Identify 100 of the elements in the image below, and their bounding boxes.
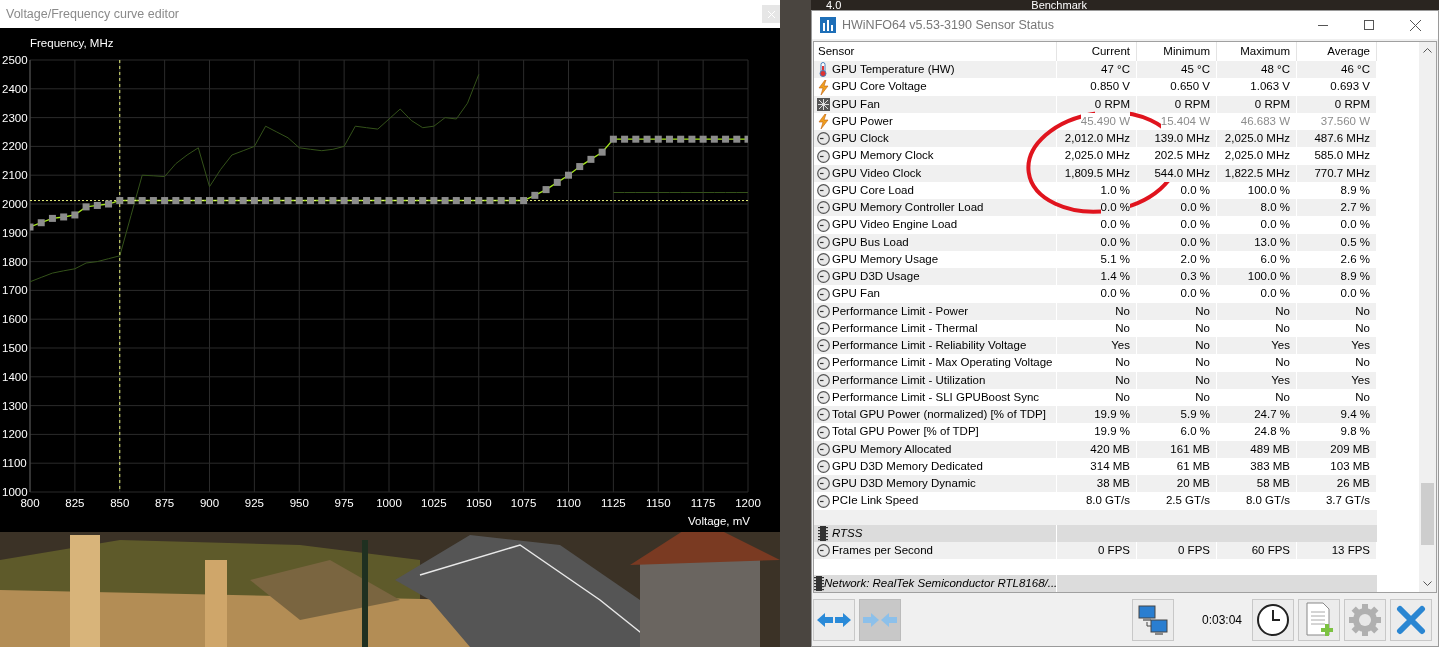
sensor-row[interactable]: GPU Memory Controller Load 0.0 % 0.0 % 8.0 % 2.7 % bbox=[814, 199, 1377, 217]
curve-point[interactable] bbox=[497, 197, 505, 205]
curve-point[interactable] bbox=[273, 197, 281, 205]
gauge-icon bbox=[816, 339, 830, 353]
gauge-icon bbox=[816, 218, 830, 232]
sensor-name: Performance Limit - Utilization bbox=[832, 372, 986, 388]
sensor-row[interactable]: Performance Limit - Reliability Voltage Yes No Yes Yes bbox=[814, 337, 1377, 355]
curve-point[interactable] bbox=[385, 197, 393, 205]
curve-point[interactable] bbox=[105, 200, 113, 208]
curve-point[interactable] bbox=[542, 186, 550, 194]
curve-point[interactable] bbox=[665, 135, 673, 143]
curve-point[interactable] bbox=[553, 178, 561, 186]
curve-point[interactable] bbox=[699, 135, 707, 143]
scroll-thumb[interactable] bbox=[1421, 483, 1434, 545]
curve-point[interactable] bbox=[643, 135, 651, 143]
gauge-icon bbox=[816, 408, 830, 422]
curve-point[interactable] bbox=[531, 191, 539, 199]
curve-point[interactable] bbox=[161, 197, 169, 205]
sensor-row[interactable]: GPU D3D Memory Dynamic 38 MB 20 MB 58 MB 26 MB bbox=[814, 475, 1377, 493]
curve-point[interactable] bbox=[430, 197, 438, 205]
curve-point[interactable] bbox=[228, 197, 236, 205]
curve-point[interactable] bbox=[138, 197, 146, 205]
curve-point[interactable] bbox=[48, 214, 56, 222]
settings-icon bbox=[1348, 602, 1382, 637]
sensor-name: GPU Bus Load bbox=[832, 234, 909, 250]
sensor-row[interactable]: Frames per Second 0 FPS 0 FPS 60 FPS 13 FPS bbox=[814, 542, 1377, 560]
sensor-name: GPU D3D Usage bbox=[832, 269, 920, 285]
y-tick-label: 2200 bbox=[2, 140, 28, 153]
sensor-name: GPU Video Engine Load bbox=[832, 217, 958, 233]
curve-point[interactable] bbox=[351, 197, 359, 205]
curve-point[interactable] bbox=[441, 197, 449, 205]
elapsed-time: 0:03:04 bbox=[1201, 611, 1242, 629]
curve-point[interactable] bbox=[194, 197, 202, 205]
sensor-row[interactable]: GPU Clock 2,012.0 MHz 139.0 MHz 2,025.0 MHz 487.6 MHz bbox=[814, 130, 1377, 148]
clock-icon bbox=[1256, 602, 1290, 637]
curve-point[interactable] bbox=[37, 219, 45, 227]
curve-point[interactable] bbox=[172, 197, 180, 205]
fan-icon bbox=[816, 97, 830, 111]
sensor-name: GPU Memory Controller Load bbox=[832, 200, 984, 216]
y-tick-label: 1400 bbox=[2, 370, 28, 383]
lightning-icon bbox=[817, 79, 829, 95]
curve-point[interactable] bbox=[407, 197, 415, 205]
curve-point[interactable] bbox=[374, 197, 382, 205]
curve-point[interactable] bbox=[60, 213, 68, 221]
curve-point[interactable] bbox=[576, 163, 584, 171]
curve-point[interactable] bbox=[621, 135, 629, 143]
curve-point[interactable] bbox=[520, 197, 528, 205]
x-tick-label: 1025 bbox=[421, 497, 447, 509]
curve-point[interactable] bbox=[632, 135, 640, 143]
curve-point[interactable] bbox=[710, 135, 718, 143]
curve-point[interactable] bbox=[30, 223, 34, 231]
curve-point[interactable] bbox=[677, 135, 685, 143]
scrollbar[interactable] bbox=[1419, 42, 1436, 592]
sensor-name: GPU D3D Memory Dedicated bbox=[832, 458, 983, 474]
curve-point[interactable] bbox=[284, 197, 292, 205]
curve-point[interactable] bbox=[452, 197, 460, 205]
curve-point[interactable] bbox=[206, 197, 213, 205]
x-tick-label: 1075 bbox=[510, 497, 537, 509]
curve-point[interactable] bbox=[733, 135, 741, 143]
sensor-row[interactable]: GPU D3D Usage 1.4 % 0.3 % 100.0 % 8.9 % bbox=[814, 268, 1377, 286]
gauge-icon bbox=[816, 391, 830, 405]
curve-point[interactable] bbox=[688, 135, 696, 143]
curve-point[interactable] bbox=[250, 197, 258, 205]
curve-point[interactable] bbox=[93, 201, 101, 209]
curve-point[interactable] bbox=[396, 197, 404, 205]
sensor-row[interactable]: Total GPU Power (normalized) [% of TDP] 19.9 % 5.9 % 24.7 % 9.4 % bbox=[814, 406, 1377, 424]
curve-point[interactable] bbox=[71, 211, 79, 219]
curve-point[interactable] bbox=[149, 197, 157, 205]
curve-point[interactable] bbox=[598, 148, 606, 156]
curve-point[interactable] bbox=[464, 197, 472, 205]
sensor-row[interactable]: GPU Temperature (HW) 47 °C 45 °C 48 °C 46 °C bbox=[814, 61, 1377, 79]
sensor-name: GPU D3D Memory Dynamic bbox=[832, 476, 976, 492]
curve-point[interactable] bbox=[475, 197, 483, 205]
curve-point[interactable] bbox=[183, 197, 191, 205]
y-tick-label: 1300 bbox=[2, 399, 28, 412]
curve-point[interactable] bbox=[508, 197, 516, 205]
curve-point[interactable] bbox=[340, 197, 348, 205]
curve-point[interactable] bbox=[116, 197, 124, 205]
curve-point[interactable] bbox=[565, 171, 572, 179]
curve-point[interactable] bbox=[239, 197, 247, 205]
curve-point[interactable] bbox=[262, 197, 270, 205]
curve-point[interactable] bbox=[82, 203, 90, 211]
curve-point[interactable] bbox=[654, 135, 662, 143]
curve-point[interactable] bbox=[744, 135, 748, 143]
curve-point[interactable] bbox=[295, 197, 303, 205]
curve-point[interactable] bbox=[217, 197, 225, 205]
curve-point[interactable] bbox=[722, 135, 730, 143]
curve-point[interactable] bbox=[127, 197, 135, 205]
curve-point[interactable] bbox=[419, 197, 427, 205]
curve-point[interactable] bbox=[587, 155, 595, 163]
curve-point[interactable] bbox=[318, 197, 326, 205]
curve-point[interactable] bbox=[609, 135, 617, 143]
gauge-icon bbox=[816, 253, 830, 267]
toolbar-button[interactable] bbox=[1252, 598, 1294, 641]
curve-point[interactable] bbox=[486, 197, 494, 205]
curve-point[interactable] bbox=[363, 197, 371, 205]
document-add-icon bbox=[1303, 601, 1335, 638]
curve-point[interactable] bbox=[329, 197, 337, 205]
sensor-name: GPU Clock bbox=[832, 131, 889, 147]
curve-point[interactable] bbox=[306, 197, 314, 205]
